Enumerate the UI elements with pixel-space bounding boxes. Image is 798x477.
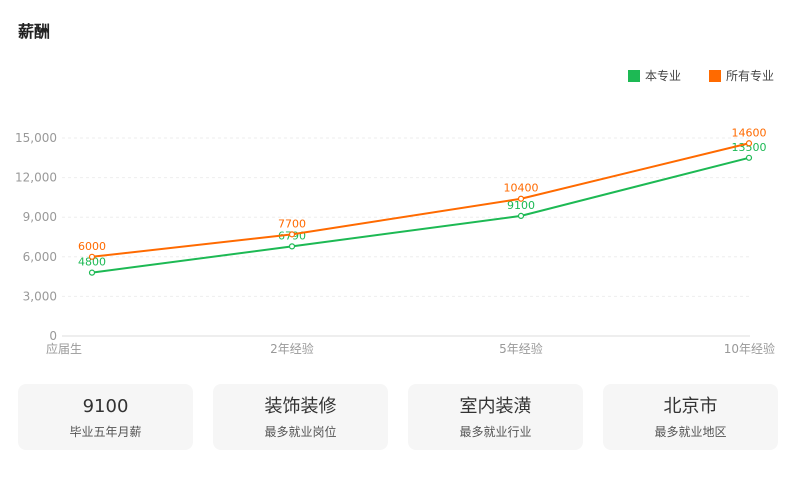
stat-value: 室内装潢 [459,395,532,417]
data-label: 7700 [278,217,306,230]
y-tick-label: 15,000 [15,131,57,145]
series-line-all [91,142,750,258]
stat-label: 最多就业地区 [654,424,727,439]
data-point [88,253,96,260]
stat-card-industry: 室内装潢 最多就业行业 [408,384,583,450]
stat-label: 最多就业行业 [459,424,532,439]
y-tick-label: 0 [49,329,57,343]
data-label: 14600 [732,126,767,139]
stat-card-region: 北京市 最多就业地区 [603,384,778,450]
stat-label: 最多就业岗位 [264,424,337,439]
data-point [517,195,525,202]
stat-value: 9100 [82,395,129,417]
y-tick-label: 6,000 [23,250,57,264]
data-label: 6000 [78,240,106,253]
data-point [288,243,296,250]
stat-card-position: 装饰装修 最多就业岗位 [213,384,388,450]
stats-row: 9100 毕业五年月薪 装饰装修 最多就业岗位 室内装潢 最多就业行业 北京市 … [18,384,778,450]
salary-line-chart: 0 3,000 6,000 9,000 12,000 15,000 应届生 2年经验 5年经验 1… [15,126,775,356]
x-tick-label: 2年经验 [270,341,314,356]
stat-value: 北京市 [663,395,718,417]
salary-card: 薪酬 本专业 所有专业 0 3,000 6,000 9,000 12,000 15,000… [0,0,798,477]
stat-label: 毕业五年月薪 [69,424,142,439]
y-tick-label: 3,000 [23,289,57,303]
data-point [288,231,296,238]
data-label: 10400 [504,182,539,195]
data-point [88,269,96,276]
stat-card-salary: 9100 毕业五年月薪 [18,384,193,450]
data-point [745,154,753,161]
stat-value: 装饰装修 [264,395,337,417]
data-point [745,140,753,147]
y-tick-label: 9,000 [23,210,57,224]
x-tick-label: 10年经验 [724,341,775,356]
x-tick-label: 应届生 [46,341,82,356]
x-tick-label: 5年经验 [499,341,543,356]
data-point [517,212,525,219]
y-tick-label: 12,000 [15,171,57,185]
